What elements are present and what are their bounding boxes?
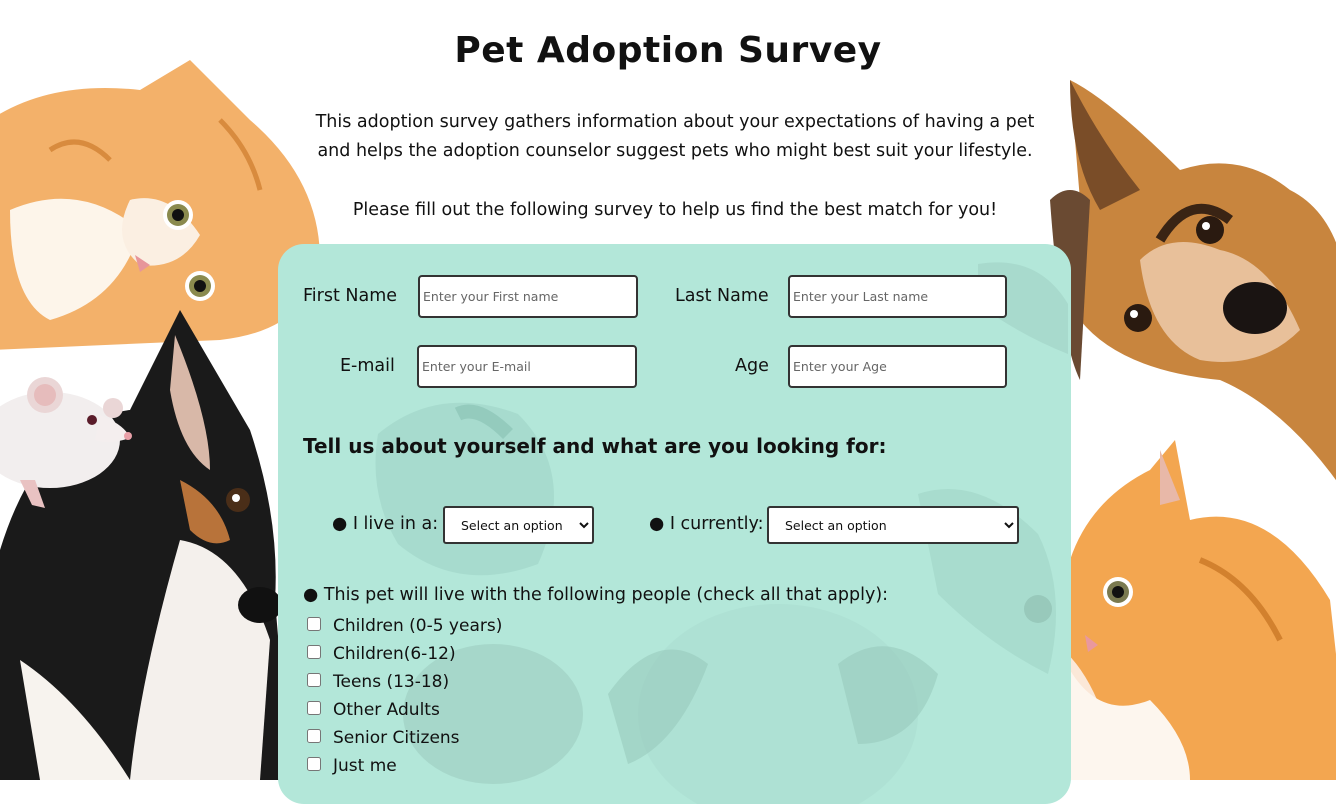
age-input[interactable]	[788, 345, 1007, 388]
last-name-label: Last Name	[675, 286, 769, 306]
checkbox-label: Children(6-12)	[333, 644, 456, 664]
live-in-select[interactable]: Select an option	[443, 506, 594, 544]
checkbox[interactable]	[307, 701, 321, 715]
people-question: ● This pet will live with the following …	[303, 585, 889, 605]
list-item: Children (0-5 years)	[306, 612, 502, 640]
section-heading: Tell us about yourself and what are you …	[303, 434, 887, 458]
intro-text: This adoption survey gathers information…	[315, 112, 1035, 161]
kitten-illustration-right	[1050, 440, 1336, 780]
list-item: Teens (13-18)	[306, 668, 502, 696]
checkbox-label: Just me	[333, 756, 397, 776]
first-name-input[interactable]	[418, 275, 638, 318]
checkbox[interactable]	[307, 645, 321, 659]
checkbox[interactable]	[307, 757, 321, 771]
checkbox-label: Senior Citizens	[333, 728, 460, 748]
age-label: Age	[735, 356, 769, 376]
list-item: Senior Citizens	[306, 724, 502, 752]
first-name-label: First Name	[303, 286, 398, 306]
list-item: Children(6-12)	[306, 640, 502, 668]
survey-form-card: First Name Last Name E-mail Age Tell us …	[278, 244, 1071, 804]
checkbox[interactable]	[307, 729, 321, 743]
list-item: Other Adults	[306, 696, 502, 724]
checkbox[interactable]	[307, 673, 321, 687]
page-title: Pet Adoption Survey	[454, 30, 882, 71]
email-label: E-mail	[340, 356, 395, 376]
instructions-text: Please fill out the following survey to …	[352, 200, 998, 220]
dog-illustration-right	[1050, 80, 1336, 481]
people-checkbox-list: Children (0-5 years) Children(6-12) Teen…	[306, 612, 502, 780]
checkbox-label: Children (0-5 years)	[333, 616, 503, 636]
currently-select[interactable]: Select an option	[767, 506, 1019, 544]
mouse-illustration	[0, 377, 132, 508]
checkbox-label: Teens (13-18)	[333, 672, 450, 692]
last-name-input[interactable]	[788, 275, 1007, 318]
checkbox-label: Other Adults	[333, 700, 440, 720]
live-in-label: ● I live in a:	[332, 514, 439, 534]
email-input[interactable]	[417, 345, 637, 388]
currently-label: ● I currently:	[649, 514, 764, 534]
checkbox[interactable]	[307, 617, 321, 631]
list-item: Just me	[306, 752, 502, 780]
